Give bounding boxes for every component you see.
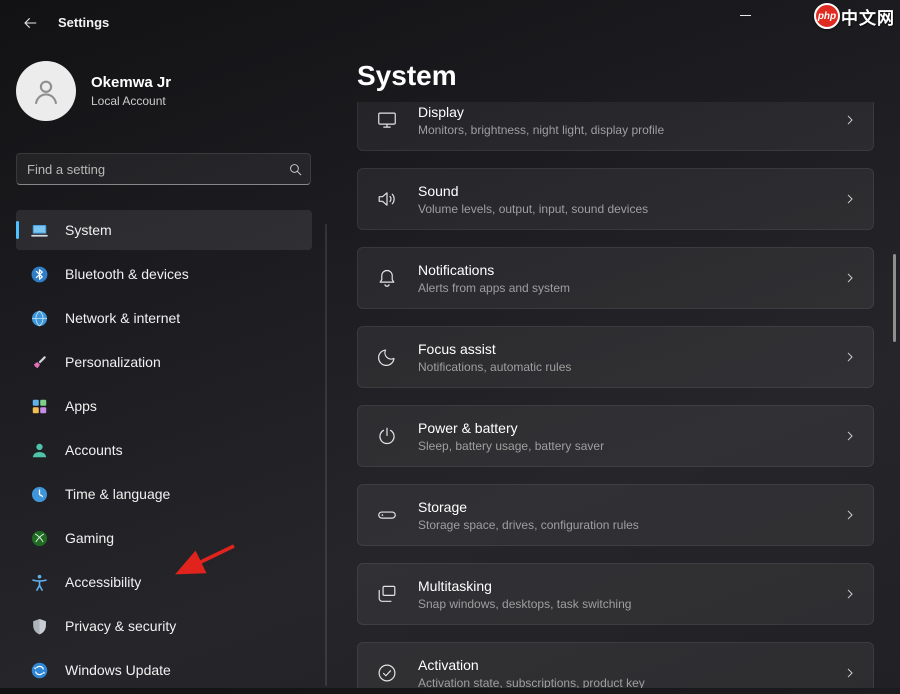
chevron-right-icon [843, 587, 857, 601]
sidebar-item-gaming[interactable]: Gaming [16, 518, 312, 558]
person-icon [29, 74, 63, 108]
settings-card-focus-assist[interactable]: Focus assist Notifications, automatic ru… [357, 326, 874, 388]
windows-update-icon [30, 661, 49, 680]
settings-card-multitasking[interactable]: Multitasking Snap windows, desktops, tas… [357, 563, 874, 625]
sound-icon [376, 188, 398, 210]
sidebar-item-accessibility[interactable]: Accessibility [16, 562, 312, 602]
sidebar-item-windows-update[interactable]: Windows Update [16, 650, 312, 690]
card-title: Activation [418, 657, 645, 673]
sidebar-item-network-internet[interactable]: Network & internet [16, 298, 312, 338]
network-icon [30, 309, 49, 328]
search-box [16, 153, 311, 185]
card-title: Sound [418, 183, 648, 199]
user-account-type: Local Account [91, 94, 171, 108]
card-title: Focus assist [418, 341, 571, 357]
sidebar: Okemwa Jr Local Account System Bluetooth… [0, 46, 330, 688]
settings-card-notifications[interactable]: Notifications Alerts from apps and syste… [357, 247, 874, 309]
chevron-right-icon [843, 113, 857, 127]
chevron-right-icon [843, 271, 857, 285]
avatar [16, 61, 76, 121]
search-icon[interactable] [280, 154, 310, 184]
settings-card-sound[interactable]: Sound Volume levels, output, input, soun… [357, 168, 874, 230]
search-input[interactable] [17, 154, 280, 184]
settings-card-list: Display Monitors, brightness, night ligh… [357, 102, 874, 688]
back-arrow-icon [21, 15, 37, 31]
sidebar-item-accounts[interactable]: Accounts [16, 430, 312, 470]
sidebar-item-label: Time & language [65, 486, 170, 502]
php-badge-icon: php [814, 3, 840, 29]
sidebar-item-privacy-security[interactable]: Privacy & security [16, 606, 312, 646]
main-scrollbar[interactable] [893, 254, 896, 342]
sidebar-item-personalization[interactable]: Personalization [16, 342, 312, 382]
chevron-right-icon [843, 429, 857, 443]
card-subtitle: Notifications, automatic rules [418, 360, 571, 374]
minimize-button[interactable] [725, 0, 765, 30]
user-account[interactable]: Okemwa Jr Local Account [16, 60, 306, 122]
card-title: Notifications [418, 262, 570, 278]
back-button[interactable] [14, 11, 44, 35]
sidebar-item-label: Network & internet [65, 310, 180, 326]
chevron-right-icon [843, 508, 857, 522]
watermark-text: 中文网 [841, 4, 895, 29]
sidebar-scrollbar[interactable] [325, 224, 327, 686]
card-subtitle: Sleep, battery usage, battery saver [418, 439, 604, 453]
card-subtitle: Volume levels, output, input, sound devi… [418, 202, 648, 216]
card-subtitle: Storage space, drives, configuration rul… [418, 518, 639, 532]
user-name: Okemwa Jr [91, 74, 171, 91]
chevron-right-icon [843, 350, 857, 364]
accounts-icon [30, 441, 49, 460]
personalization-icon [30, 353, 49, 372]
card-title: Display [418, 104, 664, 120]
sidebar-item-label: Bluetooth & devices [65, 266, 189, 282]
settings-card-storage[interactable]: Storage Storage space, drives, configura… [357, 484, 874, 546]
privacy-icon [30, 617, 49, 636]
sidebar-item-label: Accounts [65, 442, 123, 458]
sidebar-item-label: Windows Update [65, 662, 171, 678]
card-title: Storage [418, 499, 639, 515]
sidebar-item-label: System [65, 222, 112, 238]
settings-card-power-battery[interactable]: Power & battery Sleep, battery usage, ba… [357, 405, 874, 467]
accessibility-icon [30, 573, 49, 592]
page-title: System [357, 60, 457, 92]
time-language-icon [30, 485, 49, 504]
bluetooth-icon [30, 265, 49, 284]
sidebar-nav: System Bluetooth & devices Network & int… [16, 210, 312, 694]
titlebar: Settings php 中文网 [0, 0, 900, 46]
minimize-icon [740, 15, 751, 16]
gaming-icon [30, 529, 49, 548]
settings-card-display[interactable]: Display Monitors, brightness, night ligh… [357, 102, 874, 151]
card-subtitle: Alerts from apps and system [418, 281, 570, 295]
card-title: Multitasking [418, 578, 631, 594]
sidebar-item-apps[interactable]: Apps [16, 386, 312, 426]
chevron-right-icon [843, 666, 857, 680]
card-title: Power & battery [418, 420, 604, 436]
apps-icon [30, 397, 49, 416]
system-icon [30, 221, 49, 240]
sidebar-item-label: Privacy & security [65, 618, 176, 634]
display-icon [376, 109, 398, 131]
card-subtitle: Activation state, subscriptions, product… [418, 676, 645, 689]
main-panel: System Display Monitors, brightness, nig… [330, 46, 900, 688]
sidebar-item-label: Gaming [65, 530, 114, 546]
chevron-right-icon [843, 192, 857, 206]
card-subtitle: Snap windows, desktops, task switching [418, 597, 631, 611]
power-icon [376, 425, 398, 447]
notifications-icon [376, 267, 398, 289]
sidebar-item-system[interactable]: System [16, 210, 312, 250]
watermark-logo: php 中文网 [814, 1, 895, 31]
sidebar-item-label: Personalization [65, 354, 161, 370]
focus-assist-icon [376, 346, 398, 368]
settings-card-activation[interactable]: Activation Activation state, subscriptio… [357, 642, 874, 688]
card-subtitle: Monitors, brightness, night light, displ… [418, 123, 664, 137]
activation-icon [376, 662, 398, 684]
storage-icon [376, 504, 398, 526]
multitasking-icon [376, 583, 398, 605]
sidebar-item-label: Apps [65, 398, 97, 414]
sidebar-item-label: Accessibility [65, 574, 141, 590]
sidebar-item-bluetooth-devices[interactable]: Bluetooth & devices [16, 254, 312, 294]
sidebar-item-time-language[interactable]: Time & language [16, 474, 312, 514]
app-title: Settings [58, 15, 109, 30]
